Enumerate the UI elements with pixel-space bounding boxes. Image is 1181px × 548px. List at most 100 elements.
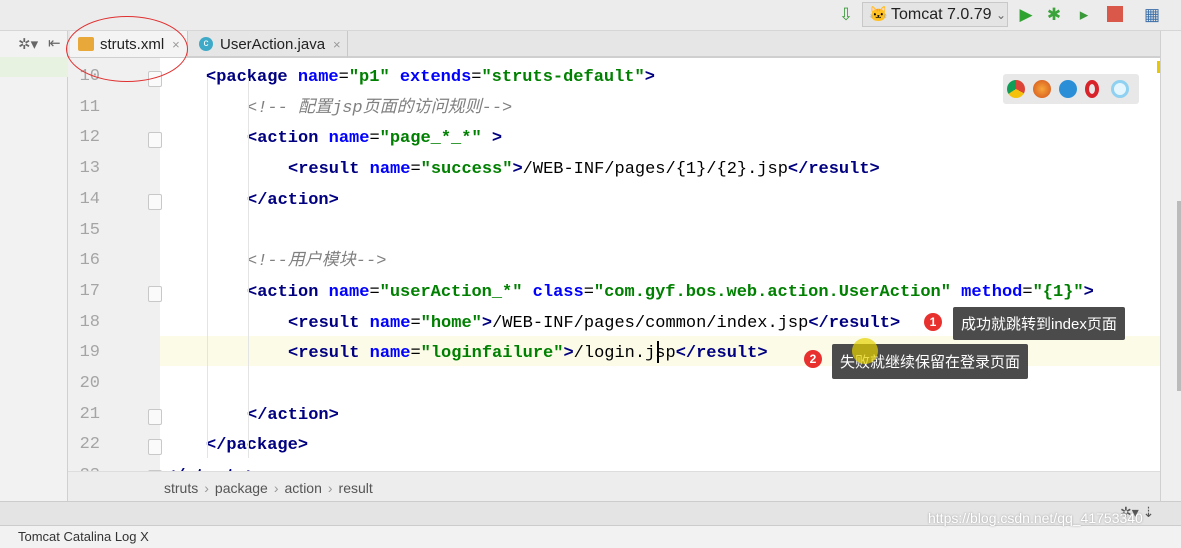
coverage-icon[interactable]: ▸ xyxy=(1074,5,1094,25)
line-number: 20 xyxy=(79,374,100,393)
code-token-val: "p1" xyxy=(348,68,400,87)
code-token-val: "loginfailure" xyxy=(420,344,564,364)
fold-marker-icon[interactable] xyxy=(148,193,162,210)
code-token-txt: = xyxy=(338,68,349,87)
fold-marker-icon[interactable] xyxy=(148,408,162,425)
code-token-tag: </result> xyxy=(675,344,768,364)
code-token-tag: > xyxy=(512,160,523,180)
chevron-down-icon: ⌄ xyxy=(995,8,1007,22)
code-token-tag: <result xyxy=(288,160,370,180)
code-token-cmt: <!--用户模块--> xyxy=(247,252,387,272)
code-line: <result name="success">/WEB-INF/pages/{1… xyxy=(288,155,880,184)
code-token-txt: = xyxy=(410,344,421,364)
code-token-tag: > xyxy=(563,344,574,364)
code-token-txt: = xyxy=(369,129,380,149)
breadcrumb-item[interactable]: package xyxy=(215,480,268,496)
code-editor[interactable]: 1011121314151617181920212223 <package na… xyxy=(68,58,1160,471)
debug-icon[interactable]: ✱ xyxy=(1044,5,1064,25)
ie-icon[interactable] xyxy=(1111,80,1129,98)
code-token-tag: </action> xyxy=(247,405,339,425)
text-caret xyxy=(657,341,659,363)
line-number: 15 xyxy=(79,220,100,240)
project-tree-selected-row[interactable] xyxy=(0,57,68,77)
code-token-txt: = xyxy=(410,160,421,180)
line-number: 17 xyxy=(79,281,100,301)
code-line: </action> xyxy=(247,186,339,215)
code-token-txt: = xyxy=(1022,282,1033,302)
annotation-badge-2: 2 xyxy=(804,350,822,368)
code-line: <!-- 配置jsp页面的访问规则--> xyxy=(247,94,512,123)
code-token-txt: = xyxy=(369,282,380,302)
line-number: 11 xyxy=(79,97,100,117)
chrome-icon[interactable] xyxy=(1007,80,1025,98)
code-token-tag: <action xyxy=(247,129,329,149)
line-gutter: 1011121314151617181920212223 xyxy=(68,58,162,471)
indent-guide xyxy=(207,78,208,458)
firefox-icon[interactable] xyxy=(1033,80,1051,98)
code-token-val: "userAction_*" xyxy=(379,282,533,302)
code-token-val: "page_*_*" xyxy=(379,129,492,149)
tool-tab-label: Tomcat Catalina Log xyxy=(18,529,137,544)
code-token-attr: name xyxy=(369,344,411,364)
annotation-badge-1: 1 xyxy=(924,313,942,331)
close-icon[interactable]: × xyxy=(333,37,341,52)
sort-icon[interactable]: ⇩ xyxy=(836,5,856,25)
stop-icon[interactable] xyxy=(1107,6,1123,22)
right-tool-strip xyxy=(1160,31,1181,501)
code-token-val: "home" xyxy=(420,313,482,333)
code-token-attr: method xyxy=(961,282,1023,302)
tool-window-tab[interactable]: Tomcat Catalina Log X xyxy=(0,525,1181,544)
line-number: 13 xyxy=(79,159,100,179)
line-number: 19 xyxy=(79,343,100,363)
code-token-attr: name xyxy=(369,313,411,333)
watermark: https://blog.csdn.net/qq_41753340 xyxy=(928,510,1143,526)
code-token-txt: /WEB-INF/pages/{1}/{2}.jsp xyxy=(522,160,788,180)
safari-icon[interactable] xyxy=(1059,80,1077,98)
code-token-attr: class xyxy=(532,282,584,302)
code-line: <package name="p1" extends="struts-defau… xyxy=(206,63,655,92)
fold-marker-icon[interactable] xyxy=(148,285,162,302)
fold-marker-icon[interactable] xyxy=(148,132,162,149)
run-icon[interactable]: ▶ xyxy=(1016,5,1036,25)
code-token-tag: > xyxy=(491,129,503,149)
code-token-txt: /login.jsp xyxy=(573,344,676,364)
collapse-icon[interactable]: ⇤ xyxy=(48,34,61,52)
code-token-txt: = xyxy=(410,313,421,333)
indent-guide xyxy=(248,78,249,458)
code-token-tag: </result> xyxy=(787,160,880,180)
code-token-txt: /WEB-INF/pages/common/index.jsp xyxy=(492,313,809,333)
tab-useraction-java[interactable]: c UserAction.java × xyxy=(190,31,348,57)
code-token-attr: name xyxy=(297,68,339,87)
code-token-attr: name xyxy=(328,282,370,302)
mouse-cursor-highlight xyxy=(852,338,878,364)
run-configuration-select[interactable]: 🐱 Tomcat 7.0.79 ⌄ xyxy=(862,2,1008,27)
code-token-val: "success" xyxy=(420,160,513,180)
code-token-txt: = xyxy=(471,68,482,87)
code-token-attr: name xyxy=(328,129,370,149)
settings-icon[interactable]: ✲▾ xyxy=(18,35,38,53)
breadcrumb-item[interactable]: struts xyxy=(164,480,198,496)
scrollbar[interactable] xyxy=(1177,201,1181,391)
annotation-tooltip-1: 成功就跳转到index页面 xyxy=(953,307,1125,340)
chevron-right-icon: › xyxy=(327,480,333,496)
code-token-tag: <result xyxy=(288,344,370,364)
code-token-tag: </action> xyxy=(247,190,339,210)
line-number: 21 xyxy=(79,404,100,424)
code-token-txt: = xyxy=(583,282,594,302)
code-token-tag: <package xyxy=(206,68,298,87)
run-config-label: Tomcat 7.0.79 xyxy=(891,6,992,23)
breadcrumb-item[interactable]: action xyxy=(285,480,322,496)
breadcrumb-item[interactable]: result xyxy=(339,480,373,496)
project-structure-icon[interactable]: ▦ xyxy=(1142,5,1162,25)
code-token-val: "struts-default" xyxy=(481,68,645,87)
fold-marker-icon[interactable] xyxy=(148,439,162,456)
code-token-tag: > xyxy=(481,313,493,333)
code-token-tag: </result> xyxy=(808,313,901,333)
tomcat-icon: 🐱 xyxy=(869,6,888,23)
opera-icon[interactable] xyxy=(1085,80,1099,98)
line-number: 18 xyxy=(79,312,100,332)
line-number: 22 xyxy=(79,435,100,455)
close-icon[interactable]: X xyxy=(140,529,149,544)
chevron-right-icon: › xyxy=(273,480,279,496)
code-token-val: "{1}" xyxy=(1032,282,1084,302)
